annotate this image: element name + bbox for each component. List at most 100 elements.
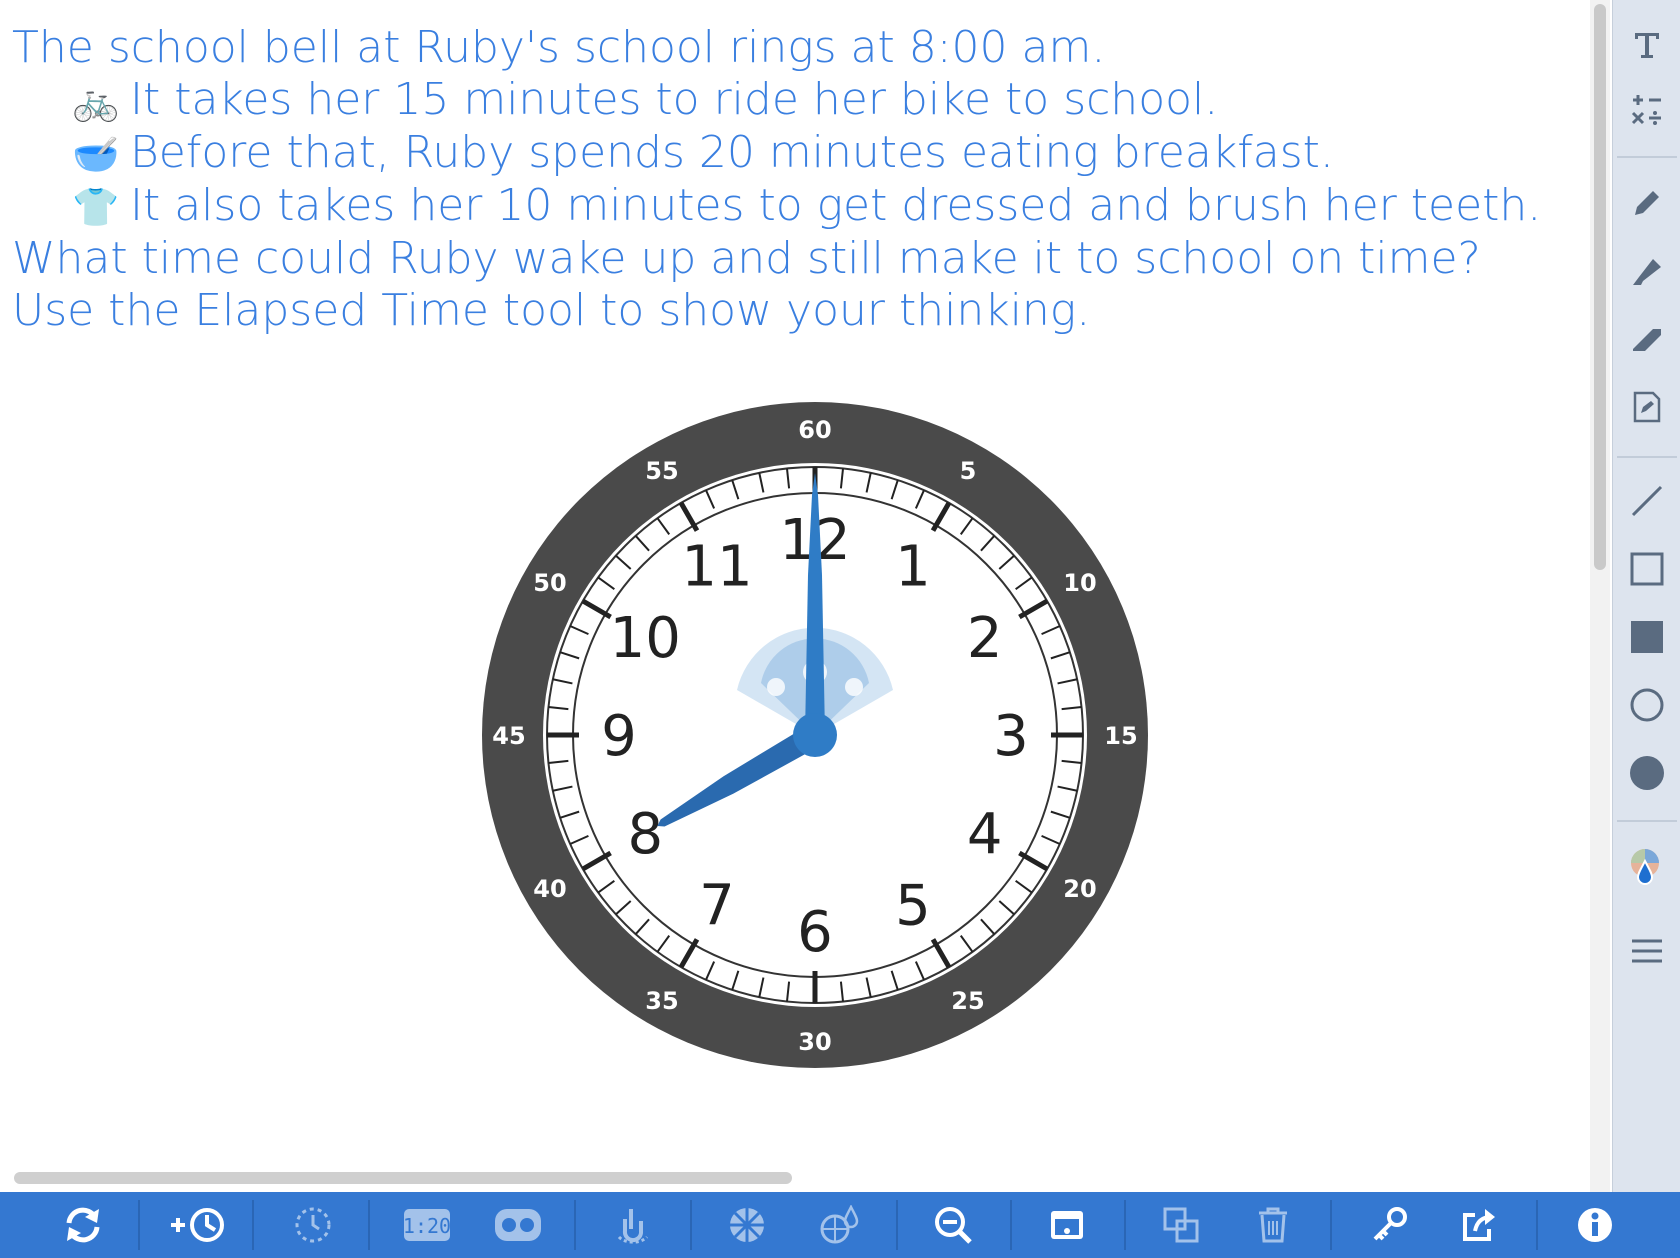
digital-readout: 1:20 [403,1214,451,1238]
minute-label: 20 [1063,875,1096,903]
bike-emoji-icon: 🚲 [72,79,120,123]
text-icon [1635,33,1659,58]
toolbar-separator [1010,1200,1012,1250]
toggle-view-button[interactable] [480,1192,556,1258]
rectangle-filled-button[interactable] [1613,608,1680,666]
color-button[interactable] [804,1192,874,1258]
key-icon [1373,1207,1407,1241]
trash-icon [1259,1207,1287,1243]
drawing-tools-sidebar [1612,0,1680,1192]
line-icon [1631,485,1663,517]
minute-label: 5 [960,457,977,485]
toolbar-separator [1330,1200,1332,1250]
hour-number: 1 [895,534,931,599]
minute-label: 60 [798,416,831,444]
pen-icon [1635,191,1659,215]
digital-clock-button[interactable]: 1:20 [392,1192,462,1258]
note-tool-button[interactable] [1613,378,1680,436]
toggle-view-icon [495,1209,541,1241]
hour-number: 8 [627,802,663,867]
minute-label: 50 [533,569,566,597]
highlighter-tool-button[interactable] [1613,242,1680,300]
minute-label: 25 [951,987,984,1015]
eraser-tool-button[interactable] [1613,310,1680,368]
window-button[interactable] [1032,1192,1102,1258]
share-icon [1463,1209,1495,1241]
minute-label: 10 [1063,569,1096,597]
prompt-line-6: Use the Elapsed Time tool to show your t… [12,285,1091,336]
pen-tool-button[interactable] [1613,174,1680,232]
circle-filled-icon [1630,756,1664,790]
toolbar-separator [368,1200,370,1250]
duplicate-button[interactable] [1146,1192,1216,1258]
problem-prompt: The school bell at Ruby's school rings a… [12,22,1572,337]
color-picker-button[interactable] [1613,840,1680,898]
math-symbols-icon [1631,95,1661,125]
share-button[interactable] [1444,1192,1514,1258]
toolbar-separator [252,1200,254,1250]
sidebar-separator [1617,456,1677,458]
digital-clock-icon: 1:20 [403,1209,451,1241]
bowl-emoji-icon: 🥣 [72,132,120,176]
toolbar-separator [1124,1200,1126,1250]
zoom-out-button[interactable] [918,1192,988,1258]
toolbar-separator [574,1200,576,1250]
fraction-icon [730,1208,764,1242]
analog-clock[interactable]: 60 5 10 15 20 25 30 35 40 45 50 55 12 1 … [480,400,1150,1070]
toolbar-separator [896,1200,898,1250]
minute-label: 30 [798,1028,831,1056]
info-icon [1578,1208,1612,1242]
eraser-icon [1633,329,1661,351]
minute-label: 15 [1104,722,1137,750]
circle-outline-button[interactable] [1613,676,1680,734]
highlighter-icon [1633,259,1661,285]
toolbar-separator [1536,1200,1538,1250]
circle-outline-icon [1630,688,1664,722]
hour-number: 7 [699,874,735,939]
fraction-button[interactable] [712,1192,782,1258]
vertical-scrollbar-thumb[interactable] [1594,4,1606,570]
key-button[interactable] [1354,1192,1424,1258]
zoom-out-icon [935,1207,972,1244]
info-button[interactable] [1560,1192,1630,1258]
clock-center-pin [793,713,837,757]
math-symbols-button[interactable] [1613,80,1680,138]
rectangle-outline-button[interactable] [1613,540,1680,598]
minute-label: 45 [492,722,525,750]
reset-icon [66,1207,100,1243]
text-tool-button[interactable] [1613,16,1680,74]
hour-number: 4 [967,802,1003,867]
reset-button[interactable] [48,1192,118,1258]
hour-number: 5 [895,874,931,939]
add-clock-button[interactable] [160,1192,234,1258]
hour-number: 11 [681,534,752,599]
minute-label: 55 [645,457,678,485]
line-tool-button[interactable] [1613,472,1680,530]
color-picker-icon [1631,849,1659,885]
elapsed-time-icon [295,1207,331,1243]
minute-label: 40 [533,875,566,903]
hour-number: 10 [610,606,681,671]
hand-tool-icon [617,1209,649,1244]
add-clock-icon [171,1208,224,1242]
workspace-canvas[interactable]: The school bell at Ruby's school rings a… [0,0,1588,1192]
horizontal-scrollbar-thumb[interactable] [14,1172,792,1184]
window-icon [1051,1211,1083,1239]
note-icon [1633,391,1661,423]
menu-button[interactable] [1613,922,1680,980]
minute-label: 35 [645,987,678,1015]
elapsed-time-button[interactable] [278,1192,348,1258]
hour-number: 6 [797,900,833,965]
bottom-toolbar: 1:20 [0,1192,1680,1258]
shirt-emoji-icon: 👕 [72,185,120,229]
hour-number: 3 [993,704,1029,769]
toolbar-separator [690,1200,692,1250]
trash-button[interactable] [1238,1192,1308,1258]
menu-icon [1632,939,1662,963]
prompt-line-5: What time could Ruby wake up and still m… [12,233,1481,284]
circle-filled-button[interactable] [1613,744,1680,802]
duplicate-icon [1163,1207,1199,1243]
sidebar-separator [1617,156,1677,158]
hand-tool-button[interactable] [598,1192,668,1258]
hour-number: 2 [967,606,1003,671]
